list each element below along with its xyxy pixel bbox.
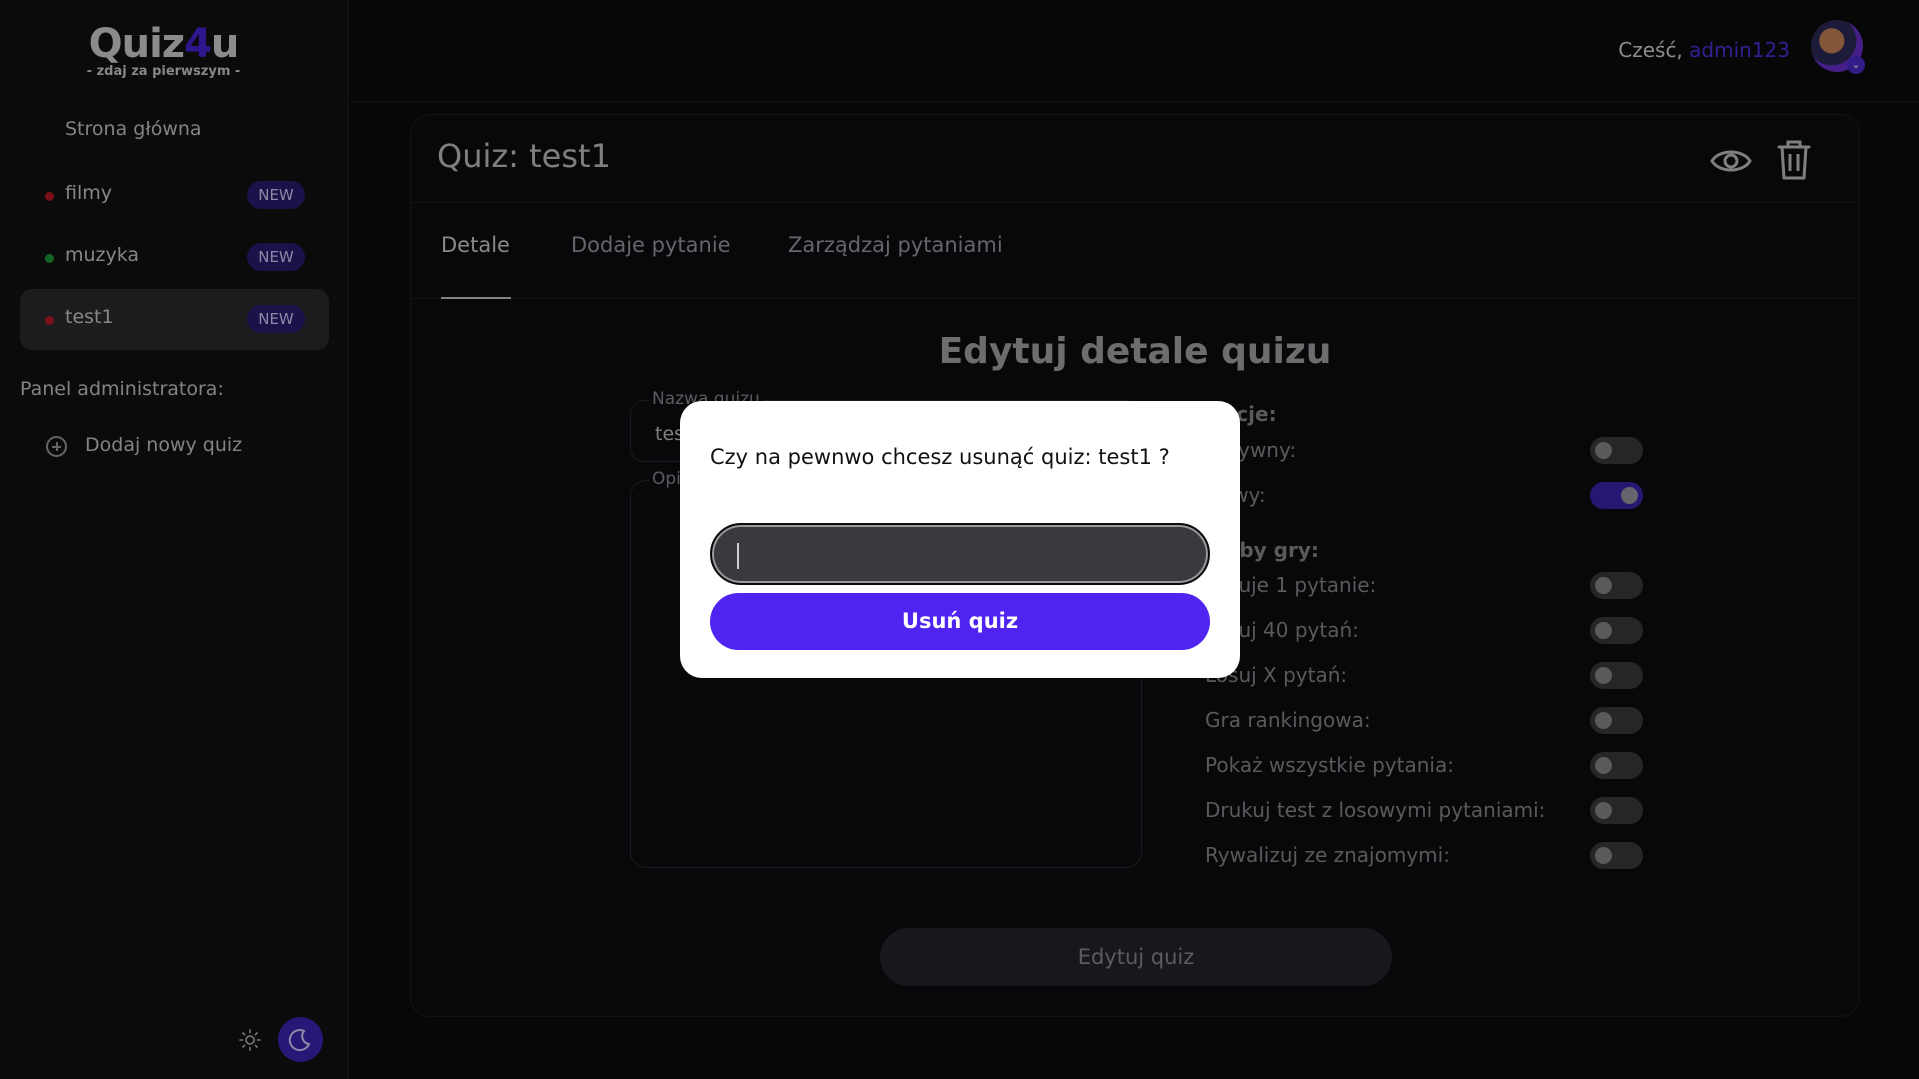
delete-quiz-button[interactable]: Usuń quiz: [710, 593, 1210, 650]
text-caret: [737, 543, 739, 569]
delete-confirm-dialog: Czy na pewnwo chcesz usunąć quiz: test1 …: [680, 401, 1240, 678]
dialog-question: Czy na pewnwo chcesz usunąć quiz: test1 …: [710, 445, 1170, 469]
confirm-input[interactable]: [710, 523, 1210, 585]
